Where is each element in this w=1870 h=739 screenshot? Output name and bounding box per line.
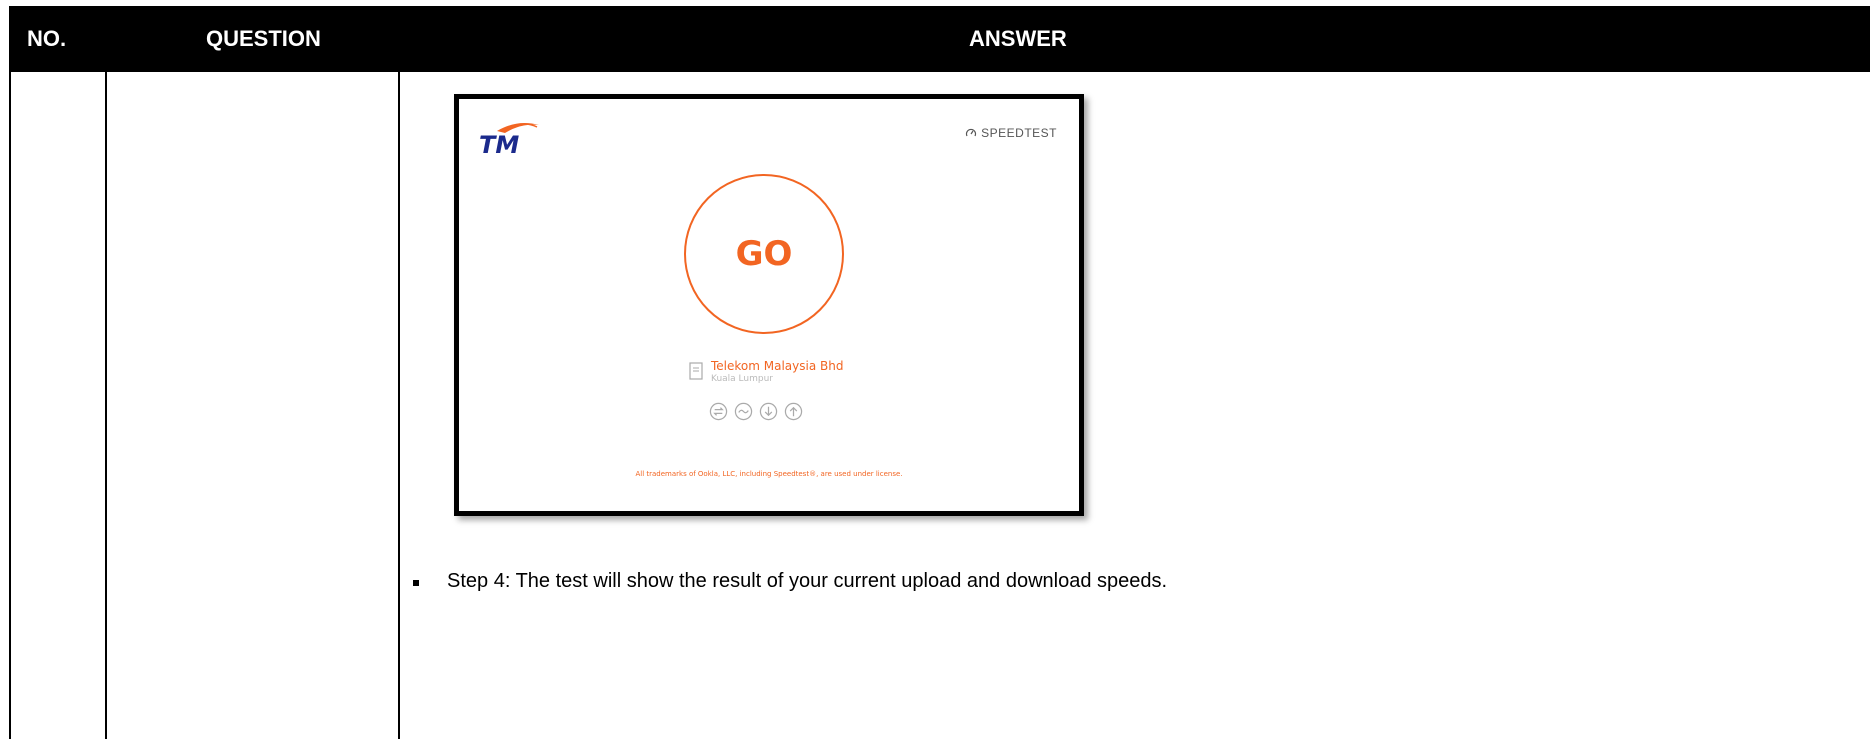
step-item: Step 4: The test will show the result of…: [413, 570, 1167, 593]
trademark-notice: All trademarks of Ookla, LLC, including …: [635, 470, 903, 478]
isp-info[interactable]: Telekom Malaysia Bhd Kuala Lumpur: [689, 359, 879, 389]
header-no: NO.: [27, 26, 67, 51]
document-page: NO. QUESTION ANSWER TM SPEEDTEST GO Tele…: [0, 0, 1870, 739]
jitter-icon: [734, 402, 753, 421]
tm-logo-icon: TM: [479, 123, 539, 157]
go-button[interactable]: GO: [684, 174, 844, 334]
column-divider: [398, 72, 400, 739]
upload-icon: [784, 402, 803, 421]
isp-location: Kuala Lumpur: [711, 374, 773, 384]
isp-name: Telekom Malaysia Bhd: [711, 359, 844, 373]
speedtest-brand: SPEEDTEST: [965, 126, 1057, 140]
go-label: GO: [735, 234, 793, 274]
header-question: QUESTION: [206, 26, 321, 51]
speedtest-label: SPEEDTEST: [981, 126, 1057, 140]
bullet-icon: [413, 579, 419, 586]
header-answer: ANSWER: [969, 26, 1067, 51]
ping-icon: [709, 402, 728, 421]
svg-text:TM: TM: [479, 131, 519, 157]
column-divider: [9, 72, 11, 739]
table-header: NO. QUESTION ANSWER: [9, 6, 1870, 72]
speedtest-screenshot: TM SPEEDTEST GO Telekom Malaysia Bhd Kua…: [454, 94, 1084, 516]
download-icon: [759, 402, 778, 421]
column-divider: [105, 72, 107, 739]
step-text: Step 4: The test will show the result of…: [447, 570, 1168, 592]
gauge-icon: [966, 128, 977, 137]
server-icon: [689, 362, 703, 380]
metric-icons: [709, 402, 803, 421]
